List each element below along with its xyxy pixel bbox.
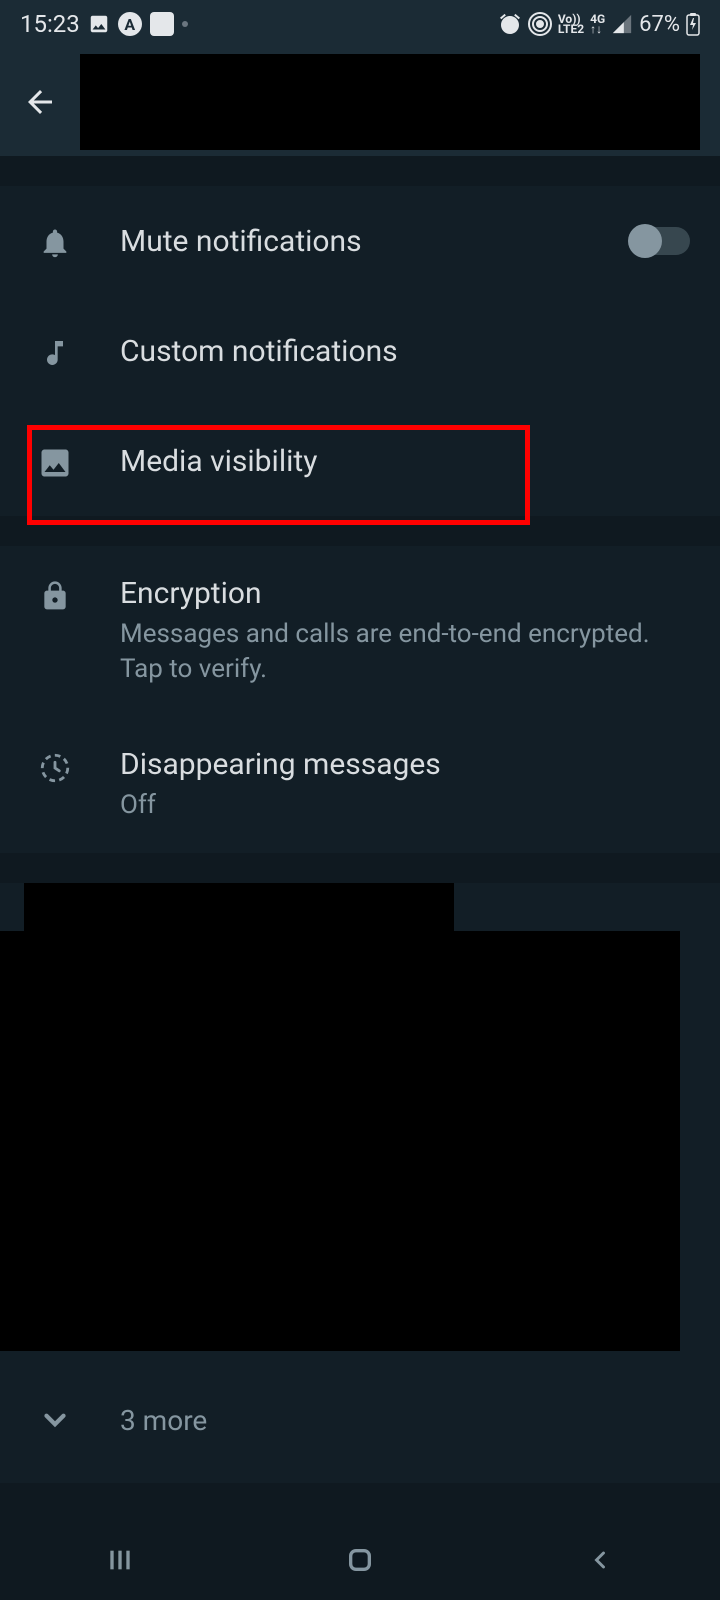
app-header: [0, 48, 720, 156]
app-icon-a: A: [118, 12, 142, 36]
mute-notifications-row[interactable]: Mute notifications: [0, 186, 720, 296]
hotspot-icon: [528, 12, 552, 36]
bell-icon: [30, 222, 80, 260]
alarm-icon: [498, 12, 522, 36]
media-visibility-row[interactable]: Media visibility: [0, 406, 720, 516]
network-4g: 4G ↑↓: [590, 14, 605, 34]
disappearing-messages-label: Disappearing messages: [120, 747, 690, 782]
more-groups-label: 3 more: [120, 1404, 207, 1437]
encryption-subtitle: Messages and calls are end-to-end encryp…: [120, 617, 690, 687]
home-button[interactable]: [310, 1535, 410, 1585]
status-bar: 15:23 A Vo)) LTE2 4G ↑↓ 67%: [0, 0, 720, 48]
back-button[interactable]: [20, 82, 60, 122]
notifications-section: Mute notifications Custom notifications …: [0, 186, 720, 516]
volte-indicator: Vo)) LTE2: [558, 14, 584, 34]
picture-icon: [88, 13, 110, 35]
status-dot: [182, 21, 188, 27]
music-note-icon: [30, 333, 80, 369]
status-time: 15:23: [20, 10, 80, 38]
mute-notifications-toggle[interactable]: [630, 227, 690, 255]
app-icon-box: [150, 12, 174, 36]
encryption-row[interactable]: Encryption Messages and calls are end-to…: [0, 546, 720, 717]
status-left: 15:23 A: [20, 10, 188, 38]
privacy-section: Encryption Messages and calls are end-to…: [0, 546, 720, 853]
chevron-down-icon: [30, 1403, 80, 1437]
navigation-bar: [0, 1520, 720, 1600]
header-redacted: [80, 54, 700, 150]
disappearing-messages-row[interactable]: Disappearing messages Off: [0, 717, 720, 853]
groups-header-redacted: [24, 883, 454, 931]
lock-icon: [30, 576, 80, 612]
timer-icon: [30, 747, 80, 785]
status-right: Vo)) LTE2 4G ↑↓ 67%: [498, 12, 700, 37]
custom-notifications-label: Custom notifications: [120, 334, 690, 369]
media-visibility-label: Media visibility: [120, 444, 690, 479]
battery-percent: 67%: [639, 12, 680, 37]
back-nav-button[interactable]: [550, 1535, 650, 1585]
mute-notifications-label: Mute notifications: [120, 224, 630, 259]
image-icon: [30, 441, 80, 481]
disappearing-messages-value: Off: [120, 788, 690, 823]
signal-icon: [611, 13, 633, 35]
encryption-label: Encryption: [120, 576, 690, 611]
recents-button[interactable]: [70, 1535, 170, 1585]
custom-notifications-row[interactable]: Custom notifications: [0, 296, 720, 406]
more-groups-row[interactable]: 3 more: [0, 1383, 720, 1457]
groups-content-redacted: [0, 931, 680, 1351]
battery-charging-icon: [686, 12, 700, 36]
groups-section: 3 more: [0, 883, 720, 1483]
